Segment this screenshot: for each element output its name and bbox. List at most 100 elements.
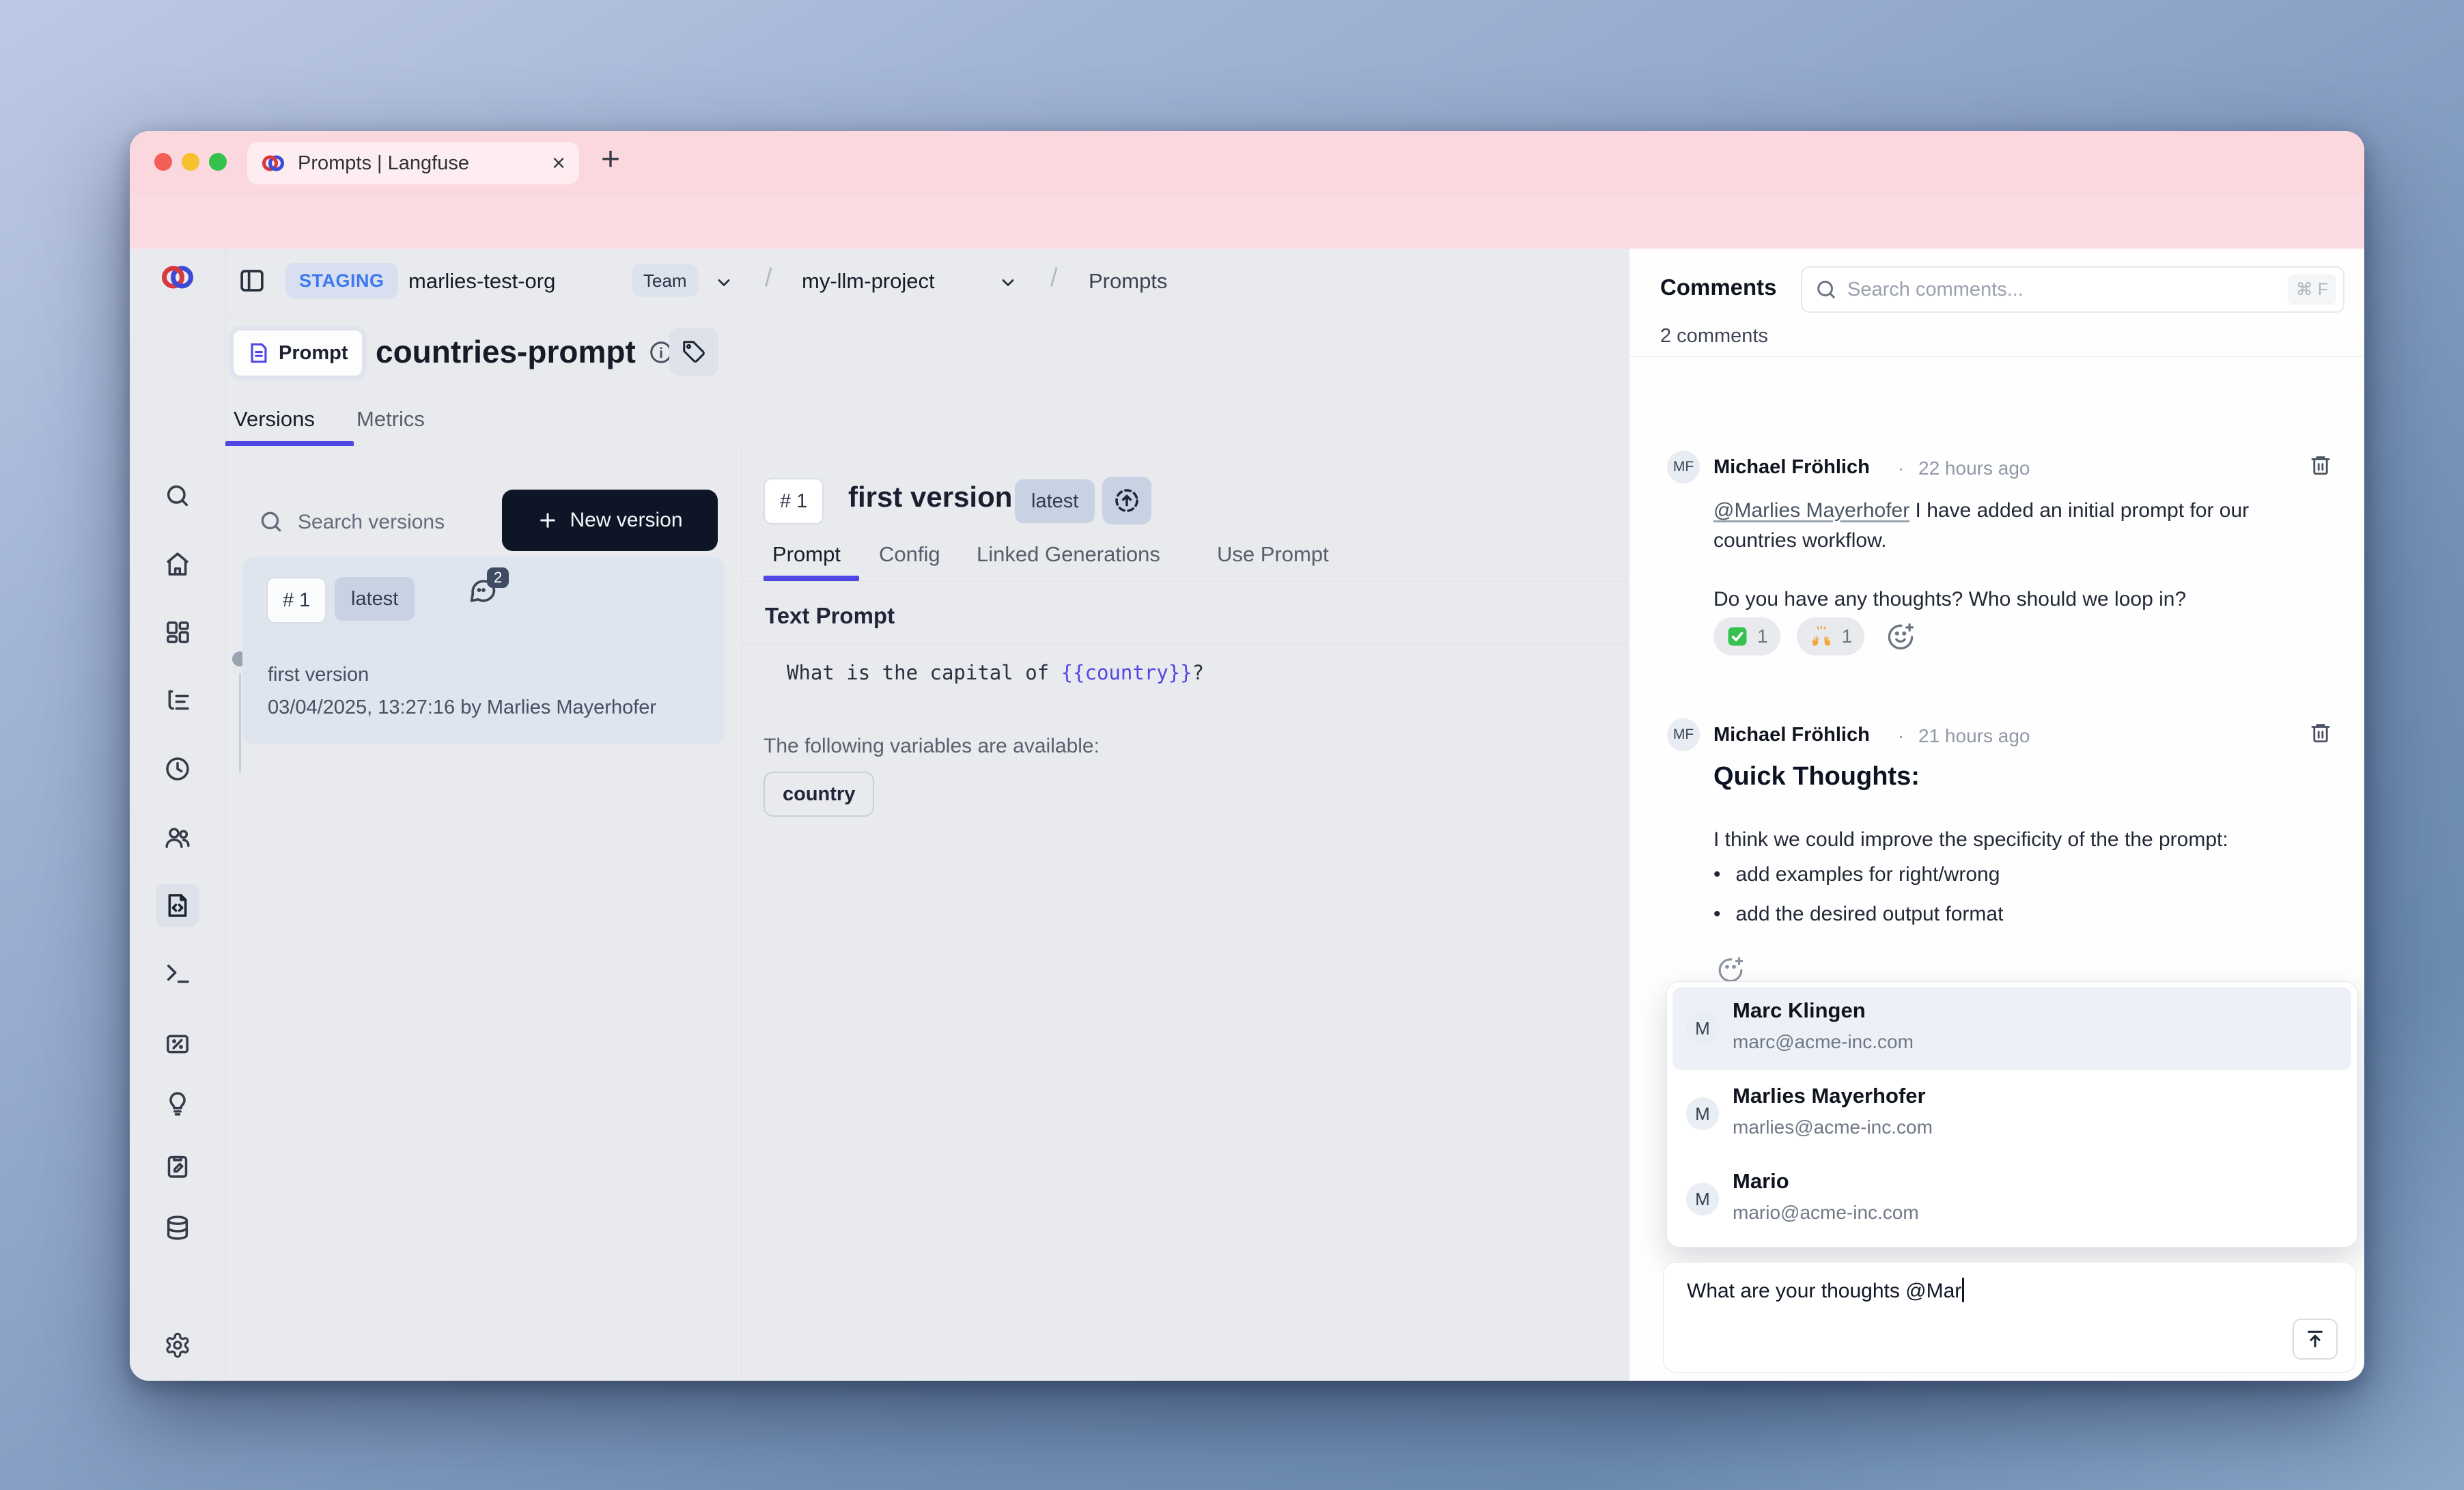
comments-count: 2 comments (1660, 325, 1768, 348)
sidebar-users-icon[interactable] (164, 824, 191, 851)
version-meta: 03/04/2025, 13:27:16 by Marlies Mayerhof… (268, 697, 656, 719)
search-versions-input[interactable]: Search versions (298, 511, 445, 534)
close-tab-icon[interactable]: × (552, 152, 565, 175)
langfuse-app: MF STAGING marlies-test-org Team / my-ll… (130, 249, 2364, 1381)
comment-body: @Marlies Mayerhofer I have added an init… (1713, 496, 2314, 556)
sidebar-datasets-icon[interactable] (164, 1214, 191, 1241)
breadcrumb-slash: / (1050, 264, 1058, 293)
avatar: M (1686, 1012, 1719, 1045)
langfuse-favicon (261, 151, 285, 175)
browser-tab-bar: Prompts | Langfuse × + (130, 131, 2364, 193)
raised-hands-emoji-icon (1809, 624, 1834, 649)
detail-tab-config[interactable]: Config (879, 542, 940, 567)
avatar: MF (1667, 718, 1700, 751)
variables-label: The following variables are available: (764, 735, 1100, 758)
project-chevron-down-icon[interactable] (998, 273, 1018, 292)
prompt-variable-token: {{country}} (1061, 661, 1192, 684)
delete-comment-icon[interactable] (2309, 721, 2332, 744)
new-version-button[interactable]: New version (502, 490, 718, 551)
version-number-badge: # 1 (266, 577, 326, 623)
mention-option-mario[interactable]: M Mario mario@acme-inc.com (1672, 1158, 2351, 1241)
search-versions-icon (258, 509, 284, 535)
variable-pill: country (764, 772, 874, 817)
shortcut-badge: ⌘ F (2288, 275, 2336, 305)
env-badge: STAGING (285, 263, 398, 298)
version-name: first version (268, 664, 369, 686)
detail-version-number: # 1 (764, 478, 824, 524)
avatar: M (1686, 1183, 1719, 1215)
breadcrumb-slash: / (765, 264, 772, 293)
comment-author: Michael Fröhlich (1713, 456, 1870, 479)
sidebar-playground-icon[interactable] (164, 960, 191, 987)
mention-dropdown: M Marc Klingen marc@acme-inc.com M Marli… (1666, 981, 2357, 1248)
sidebar-toggle-icon[interactable] (238, 266, 266, 295)
delete-comment-icon[interactable] (2309, 453, 2332, 477)
browser-tab[interactable]: Prompts | Langfuse × (247, 142, 579, 184)
comment-time: 22 hours ago (1918, 458, 2030, 479)
tag-button[interactable] (669, 328, 718, 376)
tab-metrics[interactable]: Metrics (356, 407, 425, 432)
sidebar-settings-icon[interactable] (164, 1332, 191, 1359)
mention-option-marlies[interactable]: M Marlies Mayerhofer marlies@acme-inc.co… (1672, 1073, 2351, 1155)
breadcrumb-org[interactable]: marlies-test-org (408, 269, 555, 294)
mention-option-marc[interactable]: M Marc Klingen marc@acme-inc.com (1672, 987, 2351, 1070)
org-role-badge: Team (632, 264, 698, 297)
submit-comment-button[interactable] (2293, 1319, 2338, 1360)
column-divider (741, 448, 742, 1381)
promote-version-button[interactable] (1102, 477, 1151, 524)
comment-dot: · (1898, 725, 1904, 747)
page-title: countries-prompt (376, 333, 636, 370)
detail-tab-linked-generations[interactable]: Linked Generations (977, 542, 1160, 567)
prompts-file-code-icon (164, 892, 191, 919)
comment-author: Michael Fröhlich (1713, 724, 1870, 746)
search-icon (1815, 278, 1838, 301)
timeline-line (239, 673, 241, 772)
sidebar-sessions-icon[interactable] (164, 755, 191, 783)
breadcrumb-project[interactable]: my-llm-project (802, 269, 935, 294)
sidebar-scores-icon[interactable] (164, 1030, 191, 1058)
reaction-raised-hands[interactable]: 1 (1797, 617, 1865, 656)
comment-time: 21 hours ago (1918, 725, 2030, 747)
detail-tab-use-prompt[interactable]: Use Prompt (1217, 542, 1329, 567)
langfuse-logo[interactable] (160, 259, 195, 295)
browser-toolbar: staging.langfuse.com/project/cm22fk0w700… (130, 193, 2364, 249)
mention-link[interactable]: @Marlies Mayerhofer (1713, 499, 1909, 522)
reactions-row: 1 1 (1713, 617, 1915, 656)
sidebar-home-icon[interactable] (164, 550, 191, 578)
tab-versions[interactable]: Versions (234, 407, 315, 432)
version-comments-indicator[interactable]: 2 (468, 576, 498, 606)
maximize-window-button[interactable] (209, 153, 227, 171)
prompt-content: What is the capital of {{country}}? (787, 661, 1204, 684)
comment-body: I think we could improve the specificity… (1713, 825, 2314, 855)
minimize-window-button[interactable] (182, 153, 199, 171)
app-sidebar: MF (130, 249, 226, 1381)
prompt-doc-icon (247, 341, 270, 365)
reaction-check[interactable]: 1 (1713, 617, 1780, 656)
new-tab-button[interactable]: + (601, 141, 620, 178)
bullet-item: •add examples for right/wrong (1713, 863, 2000, 886)
add-reaction-icon[interactable] (1717, 956, 1744, 983)
search-comments-input[interactable]: Search comments... ⌘ F (1801, 266, 2344, 313)
prompt-type-badge: Prompt (232, 329, 363, 377)
avatar: M (1686, 1097, 1719, 1130)
bullet-item: •add the desired output format (1713, 903, 2003, 926)
close-window-button[interactable] (154, 153, 172, 171)
sidebar-evaluation-icon[interactable] (164, 1153, 191, 1180)
sidebar-tracing-icon[interactable] (164, 687, 191, 714)
check-emoji-icon (1726, 625, 1749, 648)
comment-input[interactable]: What are your thoughts @Mar (1663, 1262, 2356, 1373)
sidebar-prompts-item[interactable] (156, 884, 199, 927)
submit-arrow-icon (2304, 1328, 2326, 1350)
detail-tab-prompt[interactable]: Prompt (772, 542, 841, 567)
sidebar-dashboards-icon[interactable] (164, 619, 191, 646)
org-chevron-down-icon[interactable] (714, 273, 733, 292)
tab-title: Prompts | Langfuse (298, 152, 469, 175)
version-card[interactable]: # 1 latest 2 first version 03/04/2025, 1… (242, 557, 725, 744)
plus-icon (537, 509, 559, 531)
sidebar-annotations-icon[interactable] (164, 1090, 191, 1117)
add-reaction-icon[interactable] (1886, 622, 1915, 651)
breadcrumb-section[interactable]: Prompts (1089, 269, 1167, 294)
detail-latest-badge: latest (1015, 479, 1095, 523)
sidebar-search-icon[interactable] (164, 482, 191, 509)
text-prompt-heading: Text Prompt (765, 603, 895, 629)
